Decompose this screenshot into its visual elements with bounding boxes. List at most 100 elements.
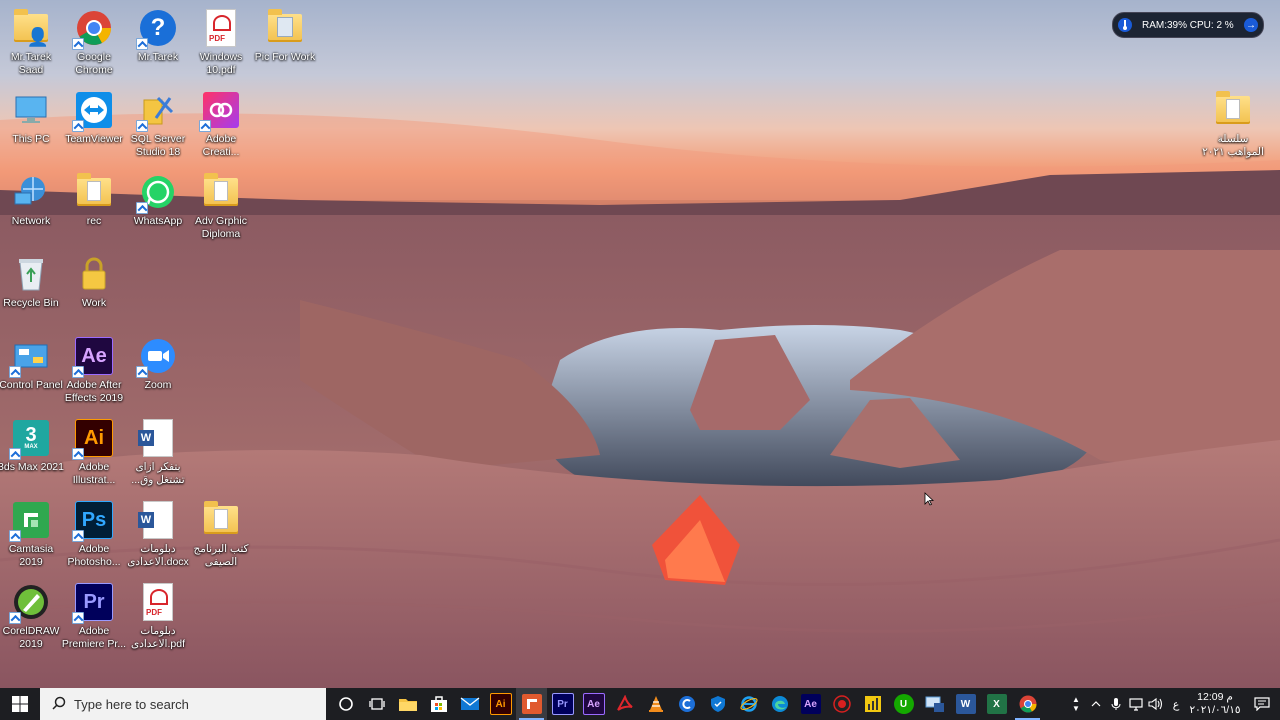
- desktop-icon-whatsapp[interactable]: WhatsApp: [127, 166, 189, 246]
- taskbar-power-bi[interactable]: [857, 688, 888, 720]
- taskbar-excel[interactable]: X: [981, 688, 1012, 720]
- taskbar-security[interactable]: [702, 688, 733, 720]
- taskbar-after-effects[interactable]: Ae: [578, 688, 609, 720]
- start-button[interactable]: [0, 688, 40, 720]
- desktop-icon-sql-server[interactable]: SQL Server Studio 18: [127, 84, 189, 164]
- task-view-button[interactable]: [361, 688, 392, 720]
- notification-center-button[interactable]: [1244, 688, 1280, 720]
- after-effects-icon: Ae: [582, 693, 605, 715]
- taskbar-chrome[interactable]: [1012, 688, 1043, 720]
- taskbar-acrobat[interactable]: [609, 688, 640, 720]
- after-effects-icon: Ae: [800, 694, 821, 714]
- premiere-icon: Pr: [72, 582, 114, 624]
- desktop-icon-windows-pdf[interactable]: PDF Windows 10.pdf: [190, 2, 252, 82]
- desktop-icon-zoom[interactable]: Zoom: [127, 330, 189, 410]
- premiere-icon: Pr: [551, 693, 574, 715]
- desktop-icon-adobe-cc[interactable]: Adobe Creati...: [190, 84, 252, 164]
- network-status-button[interactable]: [1126, 688, 1146, 720]
- desktop-icon-teamviewer[interactable]: TeamViewer: [63, 84, 125, 164]
- icon-label: WhatsApp: [133, 215, 183, 227]
- edge-icon: [771, 696, 788, 712]
- taskbar-upwork[interactable]: U: [888, 688, 919, 720]
- icon-label: 3ds Max 2021: [0, 461, 64, 473]
- arrow-right-icon[interactable]: →: [1244, 18, 1258, 32]
- icon-label: Google Chrome: [75, 51, 113, 76]
- folder-icon: [265, 8, 305, 48]
- icon-label: Adobe Illustrat...: [72, 461, 116, 486]
- icon-label: دبلومات الاعدادى.pdf: [130, 625, 185, 650]
- desktop-icon-word-doc-2[interactable]: W دبلومات الاعدادى.docx: [127, 494, 189, 574]
- desktop-icon-3ds-max[interactable]: 3 MAX 3ds Max 2021: [0, 412, 64, 492]
- upwork-icon: U: [893, 694, 914, 714]
- search-placeholder: Type here to search: [74, 696, 189, 712]
- desktop-icon-control-panel[interactable]: Control Panel: [0, 330, 63, 410]
- help-icon: ?: [136, 8, 178, 50]
- input-language-button[interactable]: ع: [1166, 688, 1186, 720]
- taskbar-word[interactable]: W: [950, 688, 981, 720]
- desktop-icon-talents-series[interactable]: سلسلة المواهب ٢٠٢١: [1202, 84, 1264, 164]
- thermometer-icon: [1118, 18, 1132, 32]
- antivirus-icon: [832, 695, 851, 713]
- taskbar-after-effects-2[interactable]: Ae: [795, 688, 826, 720]
- volume-button[interactable]: [1146, 688, 1166, 720]
- desktop-icon-network[interactable]: Network: [0, 166, 62, 246]
- show-hidden-icons-button[interactable]: [1086, 688, 1106, 720]
- icon-label: Adv Grphic Diploma: [195, 215, 247, 240]
- desktop-icon-word-doc-1[interactable]: W بتفكر ازاى ...تشتغل وق: [127, 412, 189, 492]
- icon-label: Zoom: [144, 379, 172, 391]
- network-icon: [11, 172, 51, 212]
- desktop-icon-work-locked[interactable]: Work: [63, 248, 125, 328]
- word-icon: W: [955, 694, 976, 714]
- taskbar-camtasia[interactable]: [516, 688, 547, 720]
- control-panel-icon: [9, 336, 51, 378]
- system-monitor-widget[interactable]: RAM:39% CPU: 2 % →: [1112, 12, 1264, 38]
- taskbar-ccleaner[interactable]: [671, 688, 702, 720]
- desktop-icon-after-effects[interactable]: Ae Adobe After Effects 2019: [63, 330, 125, 410]
- creative-cloud-icon: [199, 90, 241, 132]
- taskbar-store[interactable]: [423, 688, 454, 720]
- desktop-icon-illustrator[interactable]: Ai Adobe Illustrat...: [63, 412, 125, 492]
- icon-label: بتفكر ازاى ...تشتغل وق: [131, 461, 185, 486]
- camtasia-icon: [9, 500, 51, 542]
- taskbar-edge[interactable]: [764, 688, 795, 720]
- desktop-icon-pic-for-work[interactable]: Pic For Work: [254, 2, 316, 82]
- icon-label: This PC: [12, 133, 50, 145]
- desktop-icon-user-folder[interactable]: 👤 Mr.Tarek Saad: [0, 2, 62, 82]
- clock[interactable]: 12:09 م ٢٠٢١/٠٦/١٥: [1186, 691, 1244, 717]
- desktop-icon-recycle-bin[interactable]: Recycle Bin: [0, 248, 62, 328]
- icon-label: Mr.Tarek Saad: [10, 51, 52, 76]
- taskbar-internet-explorer[interactable]: [733, 688, 764, 720]
- cortana-button[interactable]: [330, 688, 361, 720]
- desktop-icon-google-chrome[interactable]: Google Chrome: [63, 2, 125, 82]
- scroll-indicator[interactable]: ▲ ▼: [1066, 688, 1086, 720]
- desktop-icon-rec[interactable]: rec: [63, 166, 125, 246]
- taskbar-mail[interactable]: [454, 688, 485, 720]
- desktop-icon-pdf-1[interactable]: PDF دبلومات الاعدادى.pdf: [127, 576, 189, 656]
- desktop-icon-coreldraw[interactable]: CorelDRAW 2019: [0, 576, 62, 656]
- vlc-icon: [648, 696, 663, 712]
- desktop-icon-adv-graphic[interactable]: Adv Grphic Diploma: [190, 166, 252, 246]
- taskbar-vlc[interactable]: [640, 688, 671, 720]
- teamviewer-icon: [72, 90, 114, 132]
- chrome-icon: [72, 8, 114, 50]
- taskbar-illustrator[interactable]: Ai: [485, 688, 516, 720]
- desktop-icon-premiere[interactable]: Pr Adobe Premiere Pr...: [62, 576, 126, 656]
- taskbar: Type here to search Ai Pr Ae Ae U W X ▲ …: [0, 688, 1280, 720]
- taskbar-file-explorer[interactable]: [392, 688, 423, 720]
- desktop-icon-camtasia[interactable]: Camtasia 2019: [0, 494, 62, 574]
- taskbar-search-box[interactable]: Type here to search: [40, 688, 326, 720]
- taskbar-remote-desktop[interactable]: [919, 688, 950, 720]
- word-document-icon: W: [138, 418, 178, 458]
- desktop-icon-this-pc[interactable]: This PC: [0, 84, 62, 164]
- pdf-icon: PDF: [201, 8, 241, 48]
- file-explorer-icon: [398, 699, 417, 711]
- desktop-icon-photoshop[interactable]: Ps Adobe Photosho...: [63, 494, 125, 574]
- taskbar-antivirus[interactable]: [826, 688, 857, 720]
- taskbar-premiere[interactable]: Pr: [547, 688, 578, 720]
- desktop-icon-summer-books[interactable]: كتب البرنامج الصيفى: [190, 494, 252, 574]
- icon-label: Adobe Photosho...: [67, 543, 121, 568]
- icon-label: CorelDRAW 2019: [2, 625, 60, 650]
- desktop-icon-help[interactable]: ? Mr.Tarek: [127, 2, 189, 82]
- mail-icon: [460, 697, 479, 710]
- microphone-button[interactable]: [1106, 688, 1126, 720]
